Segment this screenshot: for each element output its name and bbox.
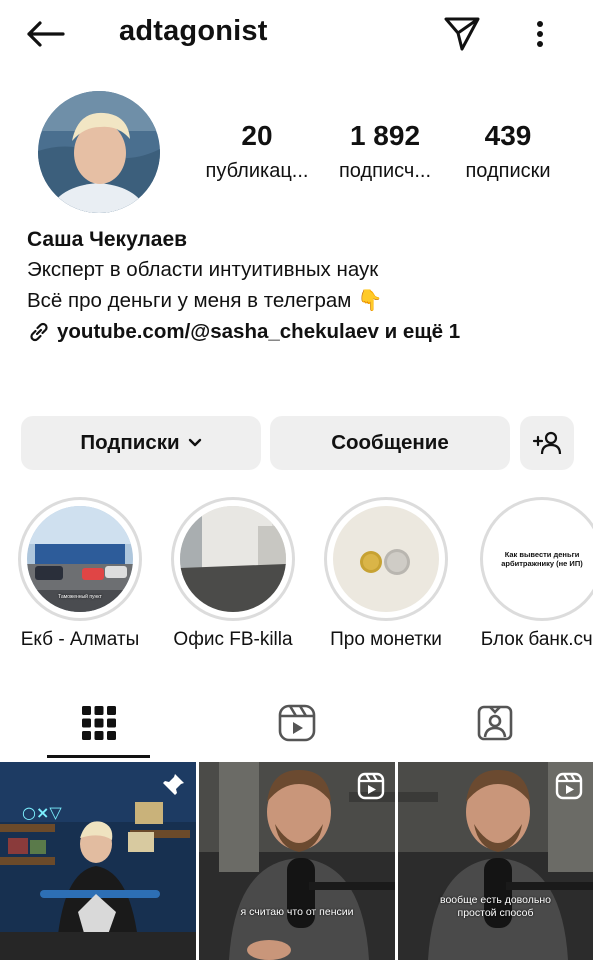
following-label: подписки xyxy=(465,160,551,182)
paper-plane-icon xyxy=(444,17,480,51)
following-count: 439 xyxy=(484,120,532,151)
reel-badge xyxy=(555,772,583,805)
highlight-ring xyxy=(324,497,448,621)
highlight-item[interactable]: Про монетки xyxy=(311,497,461,651)
highlight-cover xyxy=(333,506,439,612)
highlight-cover xyxy=(180,506,286,612)
tab-reels[interactable] xyxy=(198,688,396,758)
highlight-ring: Таможенный пункт xyxy=(18,497,142,621)
svg-text:○×▽: ○×▽ xyxy=(22,803,62,822)
pin-icon xyxy=(163,774,184,795)
more-vertical-icon xyxy=(537,21,543,47)
tagged-icon xyxy=(477,705,513,741)
reels-icon xyxy=(278,704,316,742)
post-thumbnail[interactable]: ○×▽ xyxy=(0,762,196,960)
highlight-cover: Таможенный пункт xyxy=(27,506,133,612)
highlight-cover-text: Как вывести деньги арбитражнику (не ИП) xyxy=(501,550,583,568)
highlight-cover: Как вывести деньги арбитражнику (не ИП) xyxy=(489,506,593,612)
post-caption: я считаю что от пенсии xyxy=(240,906,354,918)
profile-link[interactable]: youtube.com/@sasha_chekulaev и ещё 1 xyxy=(27,316,577,347)
reel-icon xyxy=(555,772,583,800)
highlight-label: Про монетки xyxy=(330,629,442,650)
grid-icon xyxy=(82,706,116,740)
post-thumbnail[interactable]: вообще есть довольно простой способ xyxy=(398,762,593,960)
reel-badge xyxy=(357,772,385,805)
arrow-left-icon xyxy=(27,21,65,47)
posts-grid: ○×▽ я считаю что от пенсии вообще есть д… xyxy=(0,762,593,960)
pinned-badge xyxy=(160,772,186,803)
highlight-label: Екб - Алматы xyxy=(20,629,140,650)
chevron-down-icon xyxy=(188,438,201,447)
stat-followers[interactable]: 1 892 подписч... xyxy=(328,120,442,183)
profile-username: adtagonist xyxy=(119,15,268,47)
highlight-item[interactable]: Таможенный пункт Екб - Алматы xyxy=(5,497,155,651)
highlight-label: Блок банк.сче xyxy=(480,629,593,650)
story-highlights: Таможенный пункт Екб - Алматы Офис FB-ki… xyxy=(0,497,593,657)
suggest-user-button[interactable] xyxy=(520,416,574,470)
highlight-item[interactable]: Офис FB-killa xyxy=(158,497,308,651)
top-bar: adtagonist xyxy=(0,0,593,68)
profile-bio: Саша Чекулаев Эксперт в области интуитив… xyxy=(27,226,577,347)
bio-line-1: Эксперт в области интуитивных наук xyxy=(27,258,379,281)
following-button[interactable]: Подписки xyxy=(21,416,261,470)
active-tab-indicator xyxy=(47,755,150,758)
tab-tagged[interactable] xyxy=(396,688,593,758)
highlight-label: Офис FB-killa xyxy=(173,629,293,650)
message-button-label: Сообщение xyxy=(331,431,449,454)
highlight-cover-text: Таможенный пункт xyxy=(58,594,102,600)
profile-name: Саша Чекулаев xyxy=(27,228,188,251)
posts-label: публикац... xyxy=(205,160,309,182)
stat-posts[interactable]: 20 публикац... xyxy=(196,120,318,183)
add-user-icon xyxy=(532,431,562,455)
highlight-ring: Как вывести деньги арбитражнику (не ИП) xyxy=(480,497,593,621)
highlight-item[interactable]: Как вывести деньги арбитражнику (не ИП) … xyxy=(462,497,593,651)
post-caption: вообще есть довольно простой способ xyxy=(440,894,551,919)
link-icon xyxy=(30,322,48,341)
direct-message-button[interactable] xyxy=(440,12,484,56)
profile-tabs xyxy=(0,688,593,760)
profile-link-text: youtube.com/@sasha_chekulaev и ещё 1 xyxy=(57,320,461,343)
tab-posts-grid[interactable] xyxy=(0,688,198,758)
avatar[interactable] xyxy=(38,91,160,213)
bio-line-2: Всё про деньги у меня в телеграм 👇 xyxy=(27,289,383,312)
back-button[interactable] xyxy=(22,14,68,54)
followers-label: подписч... xyxy=(338,160,432,182)
following-button-label: Подписки xyxy=(80,431,180,454)
more-options-button[interactable] xyxy=(522,12,558,56)
profile-stats: 20 публикац... 1 892 подписч... 439 подп… xyxy=(190,120,580,190)
posts-count: 20 xyxy=(241,120,273,151)
followers-count: 1 892 xyxy=(349,120,421,151)
post-thumbnail[interactable]: я считаю что от пенсии xyxy=(199,762,395,960)
highlight-ring xyxy=(171,497,295,621)
message-button[interactable]: Сообщение xyxy=(270,416,510,470)
reel-icon xyxy=(357,772,385,800)
stat-following[interactable]: 439 подписки xyxy=(453,120,563,183)
